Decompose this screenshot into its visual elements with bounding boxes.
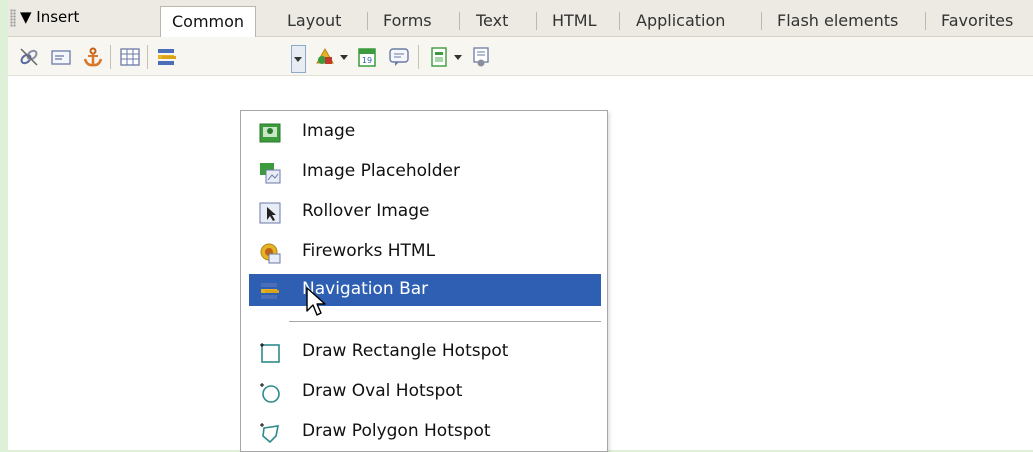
chevron-down-icon[interactable] [340, 55, 348, 60]
menu-item-rollover-image[interactable]: Rollover Image [249, 196, 601, 228]
date-icon[interactable]: 19 [356, 46, 378, 68]
oval-hotspot-icon [259, 382, 281, 404]
navigation-bar-icon [259, 280, 281, 302]
menu-item-fireworks-html[interactable]: Fireworks HTML [249, 236, 601, 268]
image-placeholder-icon [259, 162, 281, 184]
tab-text[interactable]: Text [465, 6, 519, 36]
insert-tab-bar: ▼ Insert Common Layout Forms Text HTML A… [8, 0, 1033, 37]
rollover-image-icon [259, 202, 281, 224]
images-dropdown-menu: Image Image Placeholder Rollover Image F… [240, 110, 608, 452]
images-dropdown-button[interactable] [291, 45, 306, 73]
menu-item-navigation-bar[interactable]: Navigation Bar [249, 274, 601, 306]
templates-icon[interactable] [428, 46, 450, 68]
menu-item-label: Image [302, 121, 356, 141]
chevron-down-icon[interactable] [454, 55, 462, 60]
menu-item-image-placeholder[interactable]: Image Placeholder [249, 156, 601, 188]
menu-item-draw-oval-hotspot[interactable]: Draw Oval Hotspot [249, 376, 601, 408]
tab-common[interactable]: Common [160, 6, 257, 37]
tab-flash-elements[interactable]: Flash elements [766, 6, 909, 36]
menu-item-label: Draw Rectangle Hotspot [302, 341, 509, 361]
menu-item-draw-rectangle-hotspot[interactable]: Draw Rectangle Hotspot [249, 336, 601, 368]
menu-separator [289, 321, 601, 322]
email-link-icon[interactable] [50, 46, 72, 68]
app-window: ▼ Insert Common Layout Forms Text HTML A… [8, 0, 1033, 452]
comment-icon[interactable] [388, 46, 410, 68]
tab-separator [459, 12, 460, 30]
tab-favorites[interactable]: Favorites [930, 6, 1024, 36]
menu-item-label: Fireworks HTML [302, 241, 436, 261]
chevron-down-icon [294, 57, 302, 62]
tab-layout[interactable]: Layout [276, 6, 352, 36]
image-icon [259, 122, 281, 144]
menu-item-draw-polygon-hotspot[interactable]: Draw Polygon Hotspot [249, 416, 601, 448]
rectangle-hotspot-icon [259, 342, 281, 364]
table-icon[interactable] [119, 46, 141, 68]
menu-item-label: Image Placeholder [302, 161, 460, 181]
tab-separator [761, 12, 762, 30]
tab-separator [367, 12, 368, 30]
menu-item-image[interactable]: Image [249, 116, 601, 148]
tab-separator [536, 12, 537, 30]
tab-application[interactable]: Application [625, 6, 736, 36]
tab-separator [619, 12, 620, 30]
images-icon[interactable] [156, 46, 178, 68]
media-icon[interactable] [314, 46, 336, 68]
menu-item-label: Draw Polygon Hotspot [302, 421, 491, 441]
insert-toolbar: 19 [8, 37, 1033, 76]
tab-forms[interactable]: Forms [372, 6, 443, 36]
toolbar-separator [418, 45, 419, 69]
menu-item-label: Rollover Image [302, 201, 430, 221]
fireworks-html-icon [259, 242, 281, 264]
panel-grip-handle[interactable] [10, 9, 16, 27]
svg-text:19: 19 [362, 56, 372, 65]
tab-separator [925, 12, 926, 30]
menu-item-label: Draw Oval Hotspot [302, 381, 463, 401]
hyperlink-icon[interactable] [18, 46, 40, 68]
tab-html[interactable]: HTML [541, 6, 608, 36]
tag-chooser-icon[interactable] [470, 46, 492, 68]
polygon-hotspot-icon [259, 422, 281, 444]
mouse-pointer-icon [305, 287, 327, 319]
toolbar-separator [110, 45, 111, 69]
toolbar-separator [147, 45, 148, 69]
named-anchor-icon[interactable] [82, 46, 104, 68]
insert-panel-toggle[interactable]: ▼ Insert [20, 8, 79, 26]
